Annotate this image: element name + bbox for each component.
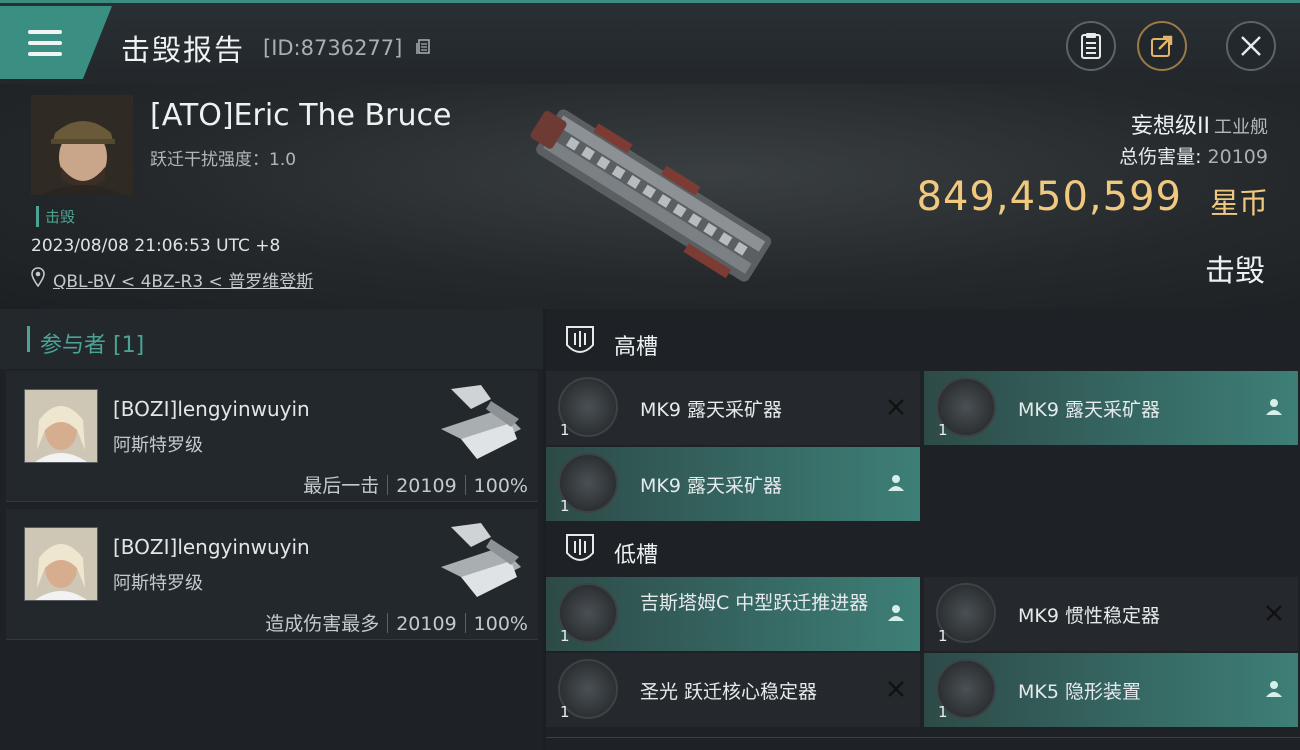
- participant-card[interactable]: [BOZI]lengyinwuyin 阿斯特罗级 造成伤害最多 20109 100%: [6, 509, 538, 640]
- module-item[interactable]: 1 圣光 跃迁核心稳定器: [546, 653, 920, 727]
- participant-damage: 20109: [396, 475, 457, 497]
- total-damage: 总伤害量: 20109: [1119, 142, 1268, 169]
- low-slot-header: 低槽: [546, 517, 1300, 581]
- module-qty: 1: [938, 421, 948, 439]
- participant-name: [BOZI]lengyinwuyin: [113, 535, 310, 559]
- participant-ship-image: [441, 385, 521, 459]
- result-label: 击毁: [1205, 254, 1265, 289]
- clipboard-icon: [1081, 33, 1101, 59]
- module-qty: 1: [560, 497, 570, 515]
- module-name: MK9 露天采矿器: [640, 475, 782, 497]
- high-slot-header: 高槽: [546, 309, 1300, 373]
- ship-class: 工业舰: [1214, 117, 1268, 138]
- participant-percent: 100%: [473, 613, 528, 635]
- module-qty: 1: [938, 703, 948, 721]
- participant-role: 造成伤害最多: [265, 613, 380, 635]
- module-item[interactable]: 1 MK9 惯性稳定器: [924, 577, 1298, 651]
- location-pin-icon: [31, 267, 45, 287]
- participant-name: [BOZI]lengyinwuyin: [113, 397, 310, 421]
- participant-avatar[interactable]: [24, 527, 98, 601]
- dropped-icon: [1266, 399, 1282, 415]
- victim-avatar[interactable]: [31, 95, 133, 195]
- module-qty: 1: [560, 627, 570, 645]
- total-damage-label: 总伤害量:: [1119, 146, 1202, 168]
- module-name: MK9 露天采矿器: [1018, 399, 1160, 421]
- top-bar: 击毁报告 [ID:8736277]: [0, 0, 1300, 84]
- location-text: QBL-BV < 4BZ-R3 < 普罗维登斯: [53, 272, 314, 292]
- victim-name: [ATO]Eric The Bruce: [150, 98, 452, 133]
- low-slot-icon: [566, 534, 594, 561]
- warp-disruption: 跃迁干扰强度：1.0: [150, 150, 297, 170]
- isk-unit: 星币: [1209, 186, 1268, 220]
- dropped-icon: [888, 475, 904, 491]
- dropped-icon: [888, 605, 904, 621]
- high-slot-title: 高槽: [614, 335, 659, 360]
- participant-stats: 造成伤害最多 20109 100%: [265, 609, 528, 636]
- clipboard-button[interactable]: [1066, 21, 1116, 71]
- module-qty: 1: [560, 421, 570, 439]
- module-name: MK5 隐形装置: [1018, 681, 1141, 703]
- module-item[interactable]: 1 吉斯塔姆C 中型跃迁推进器: [546, 577, 920, 651]
- participants-panel: 参与者 [1] [BOZI]lengyinwuyin 阿斯特罗级 最后一击 201…: [0, 309, 543, 750]
- close-button[interactable]: [1226, 21, 1276, 71]
- share-icon: [1151, 35, 1173, 57]
- module-item[interactable]: 1 MK9 露天采矿器: [546, 371, 920, 445]
- destroyed-icon: [888, 399, 904, 415]
- high-slot-icon: [566, 326, 594, 353]
- module-qty: 1: [560, 703, 570, 721]
- slot-divider: [546, 737, 1300, 738]
- report-id: [ID:8736277]: [263, 36, 403, 60]
- module-item[interactable]: 1 MK9 露天采矿器: [924, 371, 1298, 445]
- participants-header: 参与者 [1]: [0, 309, 543, 369]
- victim-ship-image: [530, 109, 772, 282]
- dropped-icon: [1266, 681, 1282, 697]
- page-title: 击毁报告: [121, 33, 246, 67]
- menu-icon: [28, 30, 62, 56]
- total-damage-value: 20109: [1207, 146, 1268, 168]
- module-item[interactable]: 1 MK5 隐形装置: [924, 653, 1298, 727]
- module-name: 吉斯塔姆C 中型跃迁推进器: [640, 592, 869, 614]
- participants-title: 参与者 [1]: [40, 333, 145, 358]
- fittings-panel: 高槽 1 MK9 露天采矿器 1 MK9 露天采矿器 1 MK9 露天采矿器 低…: [546, 309, 1300, 750]
- module-name: 圣光 跃迁核心稳定器: [640, 681, 818, 703]
- module-name: MK9 露天采矿器: [640, 399, 782, 421]
- module-item[interactable]: 1 MK9 露天采矿器: [546, 447, 920, 521]
- destroyed-icon: [888, 681, 904, 697]
- participant-percent: 100%: [473, 475, 528, 497]
- kill-timestamp: 2023/08/08 21:06:53 UTC +8: [31, 236, 281, 256]
- share-button[interactable]: [1137, 21, 1187, 71]
- participant-role: 最后一击: [303, 475, 380, 497]
- participant-ship: 阿斯特罗级: [113, 573, 203, 594]
- participant-damage: 20109: [396, 613, 457, 635]
- victim-ship-type: 妄想级II 工业舰: [1131, 108, 1268, 140]
- participant-stats: 最后一击 20109 100%: [303, 471, 528, 498]
- participant-ship: 阿斯特罗级: [113, 435, 203, 456]
- status-tag: 击毁: [36, 206, 75, 227]
- participant-card[interactable]: [BOZI]lengyinwuyin 阿斯特罗级 最后一击 20109 100%: [6, 371, 538, 502]
- module-qty: 1: [938, 627, 948, 645]
- menu-button[interactable]: [0, 6, 112, 79]
- close-icon: [1241, 36, 1261, 56]
- participant-avatar[interactable]: [24, 389, 98, 463]
- module-name: MK9 惯性稳定器: [1018, 605, 1160, 627]
- isk-value: 849,450,599: [916, 174, 1182, 220]
- location-link[interactable]: QBL-BV < 4BZ-R3 < 普罗维登斯: [31, 267, 313, 292]
- ship-name: 妄想级II: [1131, 114, 1210, 139]
- participant-ship-image: [441, 523, 521, 597]
- copy-icon[interactable]: [416, 39, 430, 55]
- destroyed-icon: [1266, 605, 1282, 621]
- low-slot-title: 低槽: [614, 543, 659, 568]
